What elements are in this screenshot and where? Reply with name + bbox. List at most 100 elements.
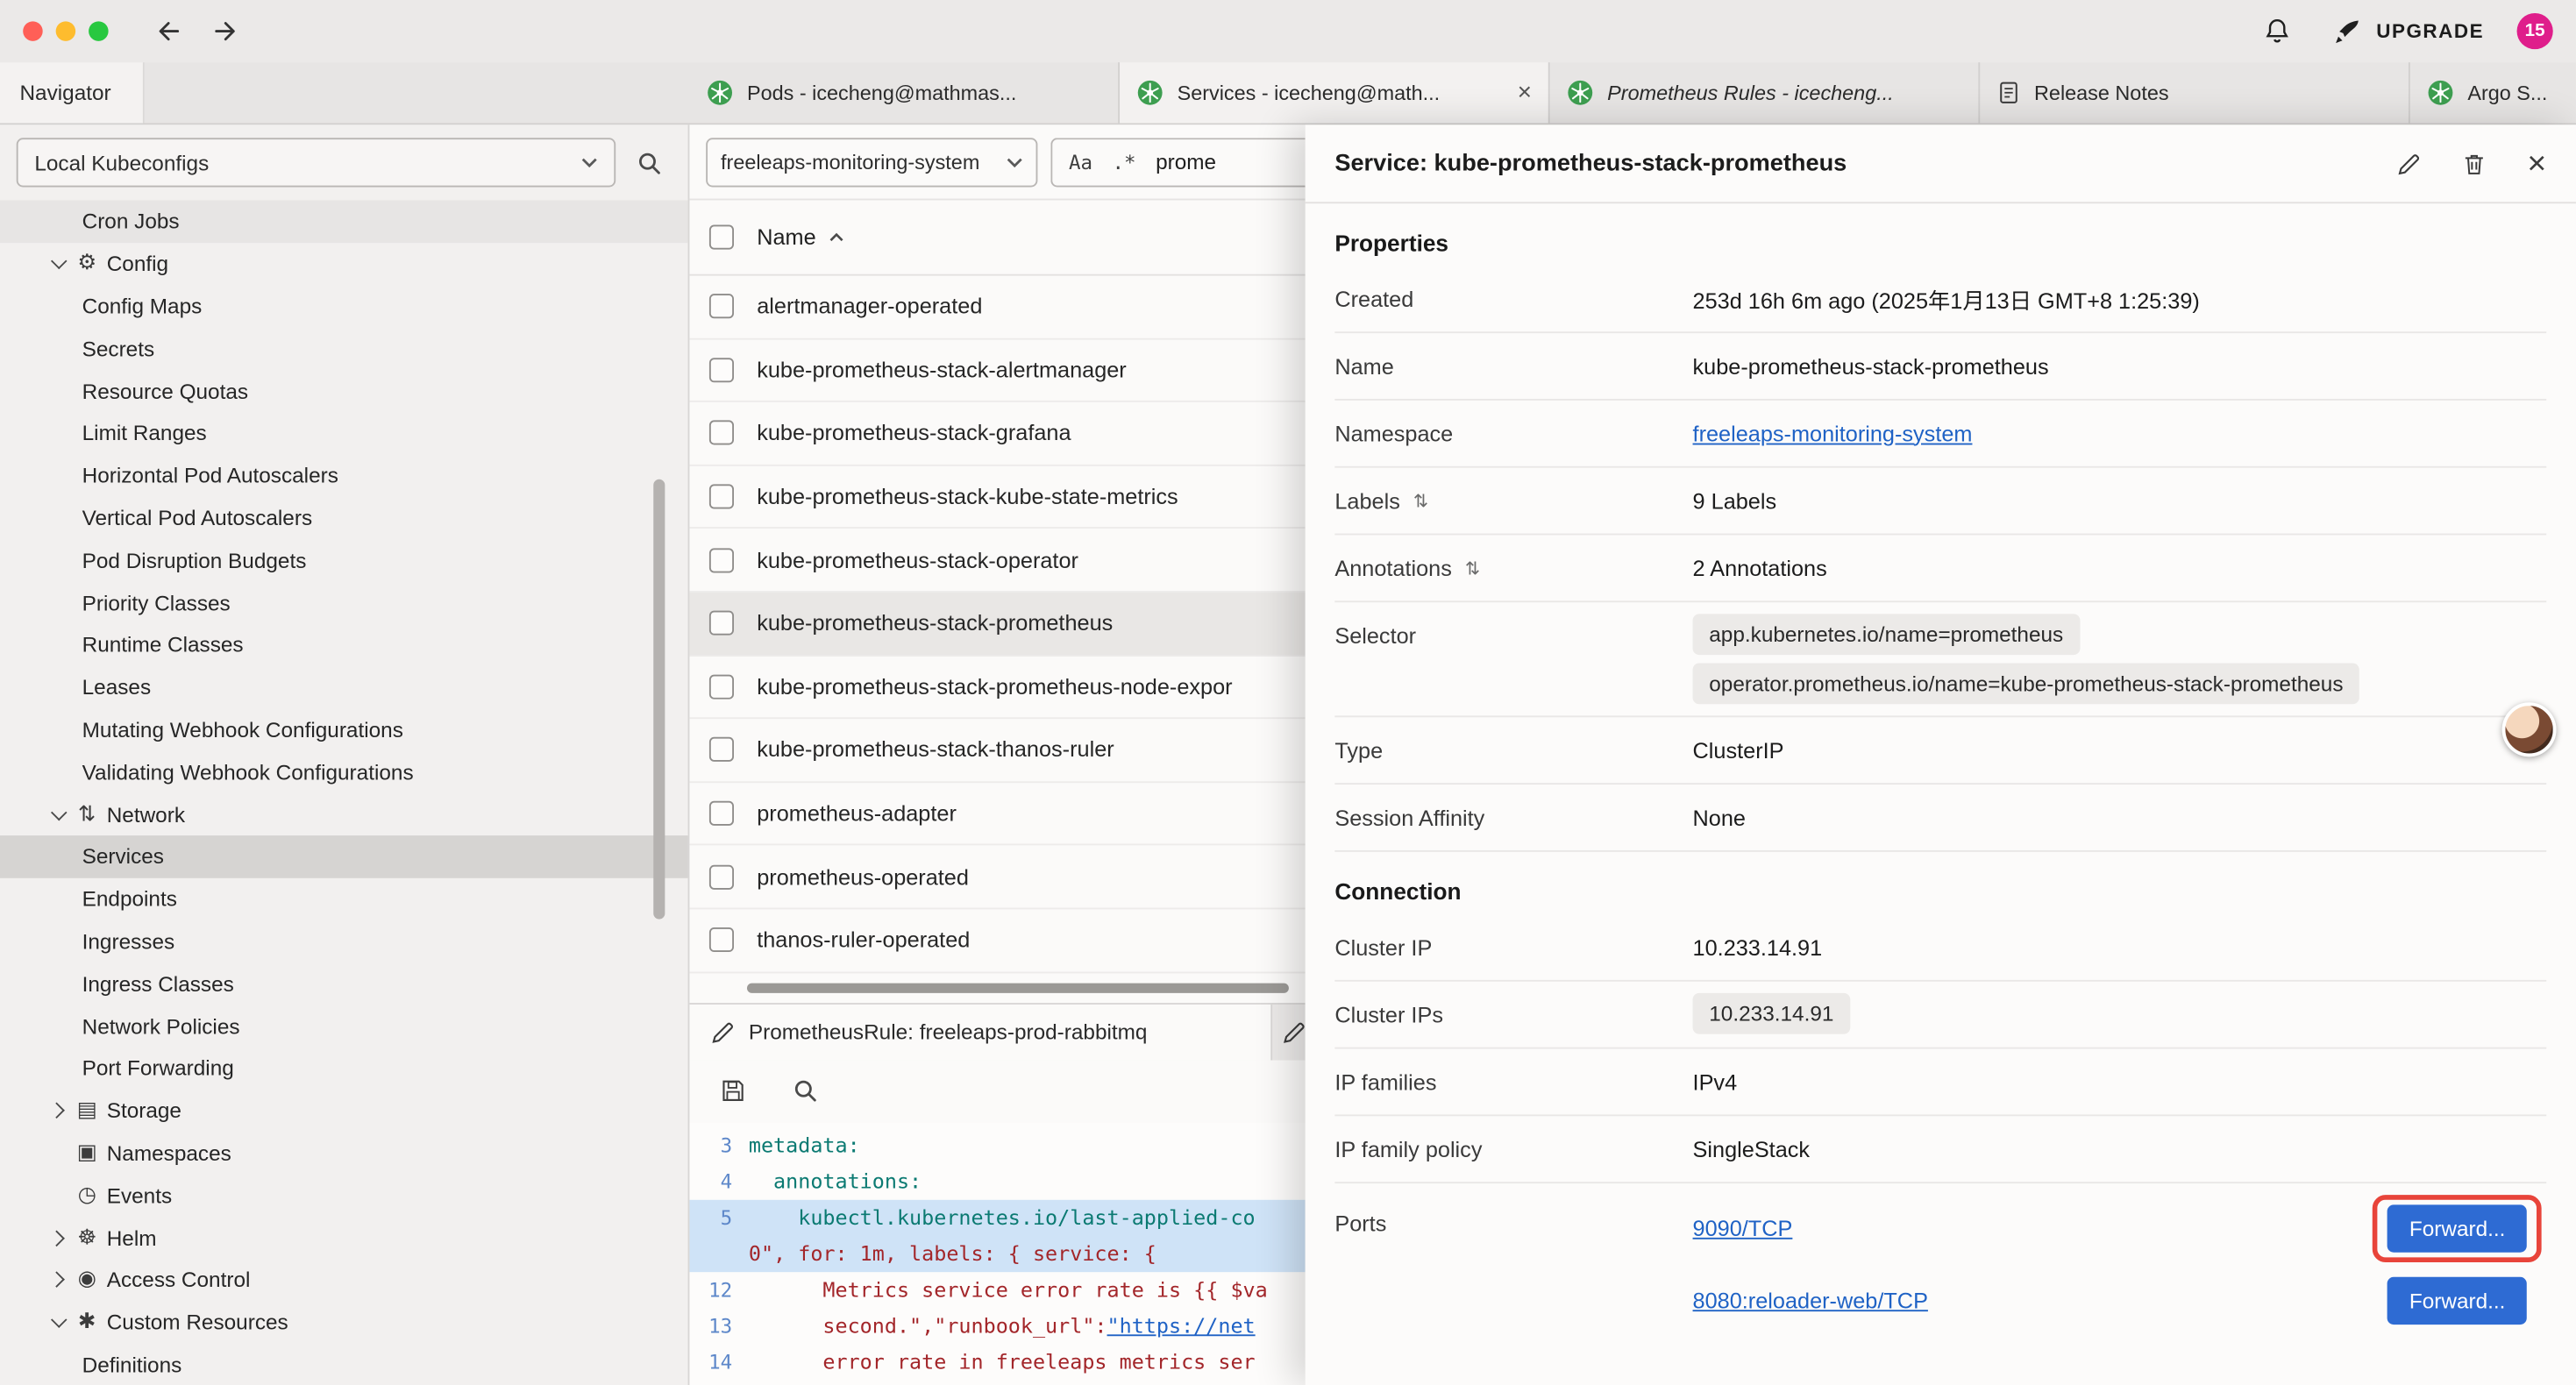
sidebar-item-validating-webhook-configurations[interactable]: Validating Webhook Configurations: [0, 750, 688, 792]
table-row[interactable]: kube-prometheus-stack-alertmanager: [689, 339, 1305, 402]
sidebar-item-label: Cron Jobs: [82, 210, 180, 234]
horizontal-scrollbar[interactable]: [747, 983, 1289, 992]
close-window-button[interactable]: [23, 21, 42, 40]
table-row[interactable]: kube-prometheus-stack-grafana: [689, 402, 1305, 465]
upgrade-button[interactable]: UPGRADE: [2332, 16, 2484, 47]
row-checkbox[interactable]: [709, 295, 734, 319]
app-tab-pods-icecheng-mathmas[interactable]: Pods - icecheng@mathmas...: [689, 62, 1120, 123]
sidebar-item-pod-disruption-budgets[interactable]: Pod Disruption Budgets: [0, 539, 688, 581]
port-link[interactable]: 9090/TCP: [1693, 1216, 1793, 1240]
notification-count-badge[interactable]: 15: [2517, 13, 2553, 49]
table-row[interactable]: kube-prometheus-stack-prometheus-node-ex…: [689, 656, 1305, 719]
user-avatar[interactable]: [2502, 702, 2557, 756]
sidebar-item-limit-ranges[interactable]: Limit Ranges: [0, 412, 688, 454]
chevron-down-icon[interactable]: [43, 808, 71, 820]
kubeconfig-selector[interactable]: Local Kubeconfigs: [17, 138, 616, 187]
app-tab-release-notes[interactable]: Release Notes: [1980, 62, 2410, 123]
edit-button[interactable]: [2396, 150, 2423, 176]
sort-toggle-icon[interactable]: ⇅: [1465, 558, 1480, 579]
sidebar-item-port-forwarding[interactable]: Port Forwarding: [0, 1048, 688, 1090]
table-row[interactable]: kube-prometheus-stack-prometheus: [689, 593, 1305, 656]
namespace-link[interactable]: freeleaps-monitoring-system: [1693, 421, 1973, 445]
sidebar-search-button[interactable]: [625, 139, 671, 185]
row-checkbox[interactable]: [709, 421, 734, 445]
match-case-toggle[interactable]: Aa: [1069, 150, 1092, 173]
name-column-header[interactable]: Name: [757, 225, 845, 250]
sidebar-item-endpoints[interactable]: Endpoints: [0, 877, 688, 920]
row-checkbox[interactable]: [709, 674, 734, 699]
sidebar-item-resource-quotas[interactable]: Resource Quotas: [0, 370, 688, 412]
editor-tab[interactable]: PrometheusRule: freeleaps-prod-rabbitmq: [689, 1004, 1272, 1060]
sidebar-item-config[interactable]: ⚙Config: [0, 243, 688, 285]
app-tab-services-icecheng-math[interactable]: Services - icecheng@math...×: [1120, 62, 1550, 123]
close-button[interactable]: ×: [2527, 147, 2546, 180]
tab-close-icon[interactable]: ×: [1518, 79, 1532, 107]
select-all-checkbox[interactable]: [709, 225, 734, 250]
editor-search-button[interactable]: [781, 1068, 827, 1113]
sidebar-item-storage[interactable]: ▤Storage: [0, 1090, 688, 1132]
forward-button[interactable]: [203, 10, 246, 53]
row-checkbox[interactable]: [709, 801, 734, 826]
chevron-right-icon[interactable]: [43, 1232, 71, 1243]
namespace-filter[interactable]: freeleaps-monitoring-system: [706, 137, 1037, 186]
row-checkbox[interactable]: [709, 548, 734, 572]
sidebar-item-events[interactable]: ◷Events: [0, 1174, 688, 1216]
row-checkbox[interactable]: [709, 485, 734, 509]
notifications-button[interactable]: [2257, 10, 2300, 53]
editor-tab-partial[interactable]: [1272, 1004, 1305, 1060]
sidebar-item-priority-classes[interactable]: Priority Classes: [0, 581, 688, 623]
table-row[interactable]: kube-prometheus-stack-kube-state-metrics: [689, 465, 1305, 529]
port-link[interactable]: 8080:reloader-web/TCP: [1693, 1288, 1928, 1312]
table-row[interactable]: kube-prometheus-stack-operator: [689, 529, 1305, 593]
sidebar-item-leases[interactable]: Leases: [0, 666, 688, 708]
row-checkbox[interactable]: [709, 927, 734, 952]
sidebar-item-namespaces[interactable]: ▣Namespaces: [0, 1132, 688, 1174]
sidebar-item-horizontal-pod-autoscalers[interactable]: Horizontal Pod Autoscalers: [0, 454, 688, 496]
back-button[interactable]: [148, 10, 191, 53]
delete-button[interactable]: [2461, 150, 2487, 176]
navigator-panel-tab[interactable]: Navigator: [0, 62, 145, 123]
table-row[interactable]: thanos-ruler-operated: [689, 909, 1305, 972]
sidebar-item-cron-jobs[interactable]: Cron Jobs: [0, 200, 688, 242]
sidebar-item-access-control[interactable]: ◉Access Control: [0, 1259, 688, 1301]
row-checkbox[interactable]: [709, 864, 734, 889]
chevron-right-icon[interactable]: [43, 1104, 71, 1116]
sidebar-scrollbar[interactable]: [653, 479, 665, 920]
app-tab-prometheus-rules-icecheng[interactable]: Prometheus Rules - icecheng...: [1550, 62, 1981, 123]
sort-toggle-icon[interactable]: ⇅: [1413, 490, 1428, 511]
sidebar-item-definitions[interactable]: Definitions: [0, 1344, 688, 1385]
table-row[interactable]: alertmanager-operated: [689, 276, 1305, 339]
kubernetes-icon: [1136, 79, 1164, 107]
row-checkbox[interactable]: [709, 611, 734, 636]
sidebar-item-secrets[interactable]: Secrets: [0, 327, 688, 369]
table-row[interactable]: kube-prometheus-stack-thanos-ruler: [689, 719, 1305, 782]
forward-button[interactable]: Forward...: [2388, 1276, 2527, 1324]
sidebar-item-ingress-classes[interactable]: Ingress Classes: [0, 962, 688, 1005]
sidebar-item-runtime-classes[interactable]: Runtime Classes: [0, 623, 688, 665]
minimize-window-button[interactable]: [56, 21, 75, 40]
sidebar-item-ingresses[interactable]: Ingresses: [0, 920, 688, 962]
row-checkbox[interactable]: [709, 738, 734, 763]
save-button[interactable]: [709, 1068, 755, 1113]
forward-button[interactable]: Forward...: [2388, 1204, 2527, 1251]
chevron-down-icon[interactable]: [43, 258, 71, 269]
sidebar-item-custom-resources[interactable]: ✱Custom Resources: [0, 1301, 688, 1343]
search-input[interactable]: prome: [1156, 149, 1216, 174]
sidebar-item-mutating-webhook-configurations[interactable]: Mutating Webhook Configurations: [0, 708, 688, 750]
sidebar-item-config-maps[interactable]: Config Maps: [0, 285, 688, 327]
table-row[interactable]: prometheus-operated: [689, 846, 1305, 909]
sidebar-item-network-policies[interactable]: Network Policies: [0, 1005, 688, 1047]
network-icon: ⇅: [71, 802, 103, 827]
regex-toggle[interactable]: .*: [1113, 150, 1136, 173]
chevron-right-icon[interactable]: [43, 1275, 71, 1286]
row-checkbox[interactable]: [709, 358, 734, 382]
chevron-down-icon[interactable]: [43, 1317, 71, 1328]
sidebar-item-vertical-pod-autoscalers[interactable]: Vertical Pod Autoscalers: [0, 497, 688, 539]
sidebar-item-services[interactable]: Services: [0, 835, 688, 877]
table-row[interactable]: prometheus-adapter: [689, 783, 1305, 846]
sidebar-item-helm[interactable]: ☸Helm: [0, 1217, 688, 1259]
zoom-window-button[interactable]: [89, 21, 108, 40]
yaml-editor[interactable]: 3metadata:4 annotations:5 kubectl.kubern…: [689, 1122, 1305, 1385]
sidebar-item-network[interactable]: ⇅Network: [0, 793, 688, 835]
app-tab-argo-s[interactable]: Argo S...: [2410, 62, 2576, 123]
